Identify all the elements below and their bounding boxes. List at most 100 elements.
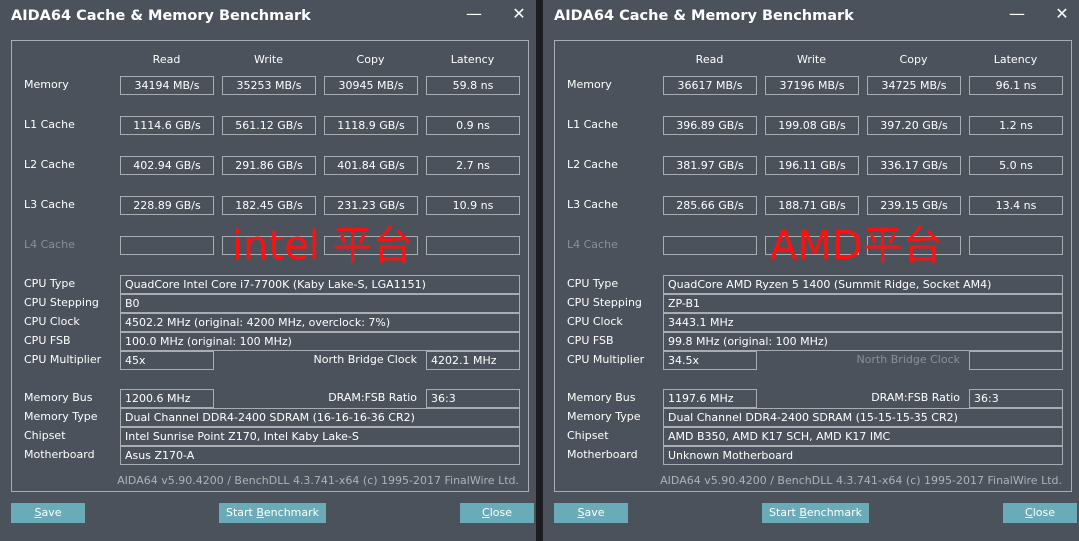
result-field: 239.15 GB/s xyxy=(867,196,961,215)
info-value-memory-bus: 1197.6 MHz xyxy=(663,389,757,408)
result-field: 1118.9 GB/s xyxy=(324,116,418,135)
platform-annotation: intel 平台 xyxy=(232,223,413,269)
result-field: 35253 MB/s xyxy=(222,76,316,95)
footer-copyright: AIDA64 v5.90.4200 / BenchDLL 4.3.741-x64… xyxy=(660,474,1062,487)
info-value-cpu-stepping: ZP-B1 xyxy=(663,294,1063,313)
info-label-cpu-clock: CPU Clock xyxy=(24,315,80,328)
close-label-accel: C xyxy=(482,506,490,519)
save-button[interactable]: Save xyxy=(11,503,85,523)
result-field: 34194 MB/s xyxy=(120,76,214,95)
result-field: 228.89 GB/s xyxy=(120,196,214,215)
minimize-button[interactable]: — xyxy=(462,2,486,26)
info-value-chipset: Intel Sunrise Point Z170, Intel Kaby Lak… xyxy=(120,427,520,446)
info-value-memory-bus: 1200.6 MHz xyxy=(120,389,214,408)
info-value-cpu-type: QuadCore AMD Ryzen 5 1400 (Summit Ridge,… xyxy=(663,275,1063,294)
result-field xyxy=(663,236,757,255)
row-label: Memory xyxy=(567,78,612,91)
info-label-chipset: Chipset xyxy=(567,429,609,442)
row-label: L3 Cache xyxy=(24,198,75,211)
close-button[interactable]: Close xyxy=(460,503,534,523)
info-label-memory-bus: Memory Bus xyxy=(24,391,93,404)
benchmark-window-amd: AIDA64 Cache & Memory Benchmark — ✕ Read Wri… xyxy=(543,0,1079,541)
close-button[interactable]: Close xyxy=(1003,503,1077,523)
info-label-dram-fsb: DRAM:FSB Ratio xyxy=(871,391,960,404)
start-label-accel: B xyxy=(256,506,264,519)
info-value-cpu-fsb: 100.0 MHz (original: 100 MHz) xyxy=(120,332,520,351)
start-benchmark-button[interactable]: Start Benchmark xyxy=(762,503,869,523)
info-value-cpu-clock: 3443.1 MHz xyxy=(663,313,1063,332)
info-label-cpu-fsb: CPU FSB xyxy=(24,334,71,347)
info-label-nb-clock: North Bridge Clock xyxy=(856,353,960,366)
benchmark-window-intel: AIDA64 Cache & Memory Benchmark — ✕ Read Wri… xyxy=(0,0,536,541)
info-label-cpu-multiplier: CPU Multiplier xyxy=(24,353,102,366)
result-field: 285.66 GB/s xyxy=(663,196,757,215)
minimize-button[interactable]: — xyxy=(1005,2,1029,26)
row-label: L3 Cache xyxy=(567,198,618,211)
close-label-post: lose xyxy=(489,506,512,519)
info-label-cpu-multiplier: CPU Multiplier xyxy=(567,353,645,366)
info-label-cpu-stepping: CPU Stepping xyxy=(24,296,99,309)
result-field: 2.7 ns xyxy=(426,156,520,175)
info-value-cpu-multiplier: 34.5x xyxy=(663,351,757,370)
result-field: 196.11 GB/s xyxy=(765,156,859,175)
start-label-pre: Start xyxy=(768,506,800,519)
start-label-post: enchmark xyxy=(806,506,863,519)
info-value-memory-type: Dual Channel DDR4-2400 SDRAM (15-15-15-3… xyxy=(663,408,1063,427)
info-label-memory-type: Memory Type xyxy=(24,410,98,423)
result-field: 5.0 ns xyxy=(969,156,1063,175)
start-label-post: enchmark xyxy=(263,506,320,519)
info-value-cpu-stepping: B0 xyxy=(120,294,520,313)
info-label-memory-type: Memory Type xyxy=(567,410,641,423)
result-field: 36617 MB/s xyxy=(663,76,757,95)
info-label-cpu-stepping: CPU Stepping xyxy=(567,296,642,309)
column-header-copy: Copy xyxy=(899,53,928,66)
info-value-cpu-multiplier: 45x xyxy=(120,351,214,370)
info-label-cpu-type: CPU Type xyxy=(567,277,619,290)
row-label: L4 Cache xyxy=(567,238,618,251)
close-window-button[interactable]: ✕ xyxy=(507,2,531,26)
result-field: 13.4 ns xyxy=(969,196,1063,215)
column-header-read: Read xyxy=(695,53,724,66)
result-field: 402.94 GB/s xyxy=(120,156,214,175)
result-field: 381.97 GB/s xyxy=(663,156,757,175)
info-label-dram-fsb: DRAM:FSB Ratio xyxy=(328,391,417,404)
result-field: 199.08 GB/s xyxy=(765,116,859,135)
column-header-read: Read xyxy=(152,53,181,66)
result-field: 30945 MB/s xyxy=(324,76,418,95)
result-field: 401.84 GB/s xyxy=(324,156,418,175)
result-field: 10.9 ns xyxy=(426,196,520,215)
result-field: 34725 MB/s xyxy=(867,76,961,95)
result-field xyxy=(120,236,214,255)
save-button[interactable]: Save xyxy=(554,503,628,523)
close-window-button[interactable]: ✕ xyxy=(1050,2,1074,26)
info-value-motherboard: Asus Z170-A xyxy=(120,446,520,465)
result-field: 1114.6 GB/s xyxy=(120,116,214,135)
row-label: L1 Cache xyxy=(24,118,75,131)
info-label-motherboard: Motherboard xyxy=(24,448,95,461)
save-label-post: ave xyxy=(584,506,605,519)
result-field: 96.1 ns xyxy=(969,76,1063,95)
result-field: 0.9 ns xyxy=(426,116,520,135)
close-label-accel: C xyxy=(1025,506,1033,519)
info-label-memory-bus: Memory Bus xyxy=(567,391,636,404)
result-field: 182.45 GB/s xyxy=(222,196,316,215)
platform-annotation: AMD平台 xyxy=(770,223,943,269)
row-label: L1 Cache xyxy=(567,118,618,131)
info-label-nb-clock: North Bridge Clock xyxy=(313,353,417,366)
result-field: 291.86 GB/s xyxy=(222,156,316,175)
info-value-cpu-clock: 4502.2 MHz (original: 4200 MHz, overcloc… xyxy=(120,313,520,332)
column-header-copy: Copy xyxy=(356,53,385,66)
column-header-write: Write xyxy=(253,53,284,66)
start-benchmark-button[interactable]: Start Benchmark xyxy=(219,503,326,523)
result-field: 231.23 GB/s xyxy=(324,196,418,215)
info-label-cpu-fsb: CPU FSB xyxy=(567,334,614,347)
row-label: Memory xyxy=(24,78,69,91)
result-field: 188.71 GB/s xyxy=(765,196,859,215)
info-value-cpu-type: QuadCore Intel Core i7-7700K (Kaby Lake-… xyxy=(120,275,520,294)
row-label: L2 Cache xyxy=(567,158,618,171)
info-value-dram-fsb: 36:3 xyxy=(969,389,1063,408)
result-field: 397.20 GB/s xyxy=(867,116,961,135)
info-label-chipset: Chipset xyxy=(24,429,66,442)
info-label-motherboard: Motherboard xyxy=(567,448,638,461)
result-field xyxy=(969,236,1063,255)
